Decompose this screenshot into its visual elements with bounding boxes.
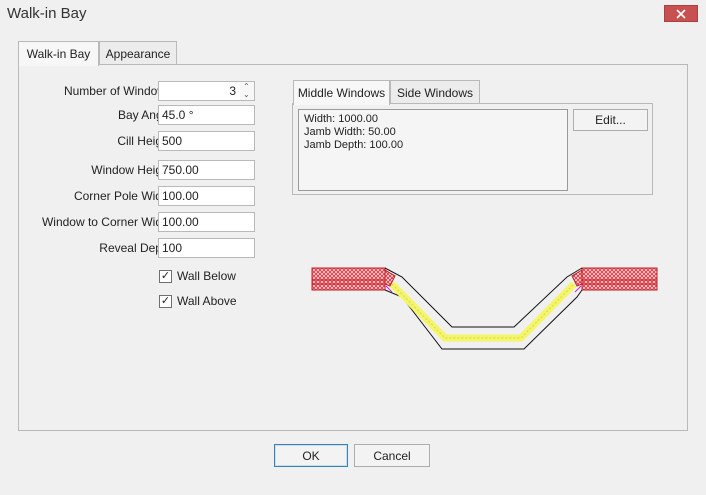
jamb-width-detail: Jamb Width: 50.00: [304, 126, 396, 138]
tab-middle-windows[interactable]: Middle Windows: [293, 80, 390, 105]
wall-above-option[interactable]: ✓ Wall Above: [159, 294, 237, 308]
ok-button[interactable]: OK: [274, 444, 348, 467]
corner-posts: [384, 269, 583, 293]
bay-angle-input[interactable]: 45.0 °: [158, 105, 255, 125]
window-height-label: Window Height: [91, 163, 172, 177]
reveal-depth-label: Reveal Depth: [99, 241, 172, 255]
wall-below-label: Wall Below: [177, 269, 236, 283]
bay-preview-diagram: [311, 267, 658, 350]
width-detail: Width: 1000.00: [304, 113, 378, 125]
tab-appearance[interactable]: Appearance: [99, 41, 177, 65]
right-wall: [581, 267, 658, 291]
close-icon: [676, 8, 686, 19]
wall-below-option[interactable]: ✓ Wall Below: [159, 269, 236, 283]
tab-walk-in-bay[interactable]: Walk-in Bay: [18, 41, 99, 66]
window-height-input[interactable]: 750.00: [158, 160, 255, 180]
window-to-corner-width-input[interactable]: 100.00: [158, 212, 255, 232]
corner-pole-width-input[interactable]: 100.00: [158, 186, 255, 206]
number-of-windows-input[interactable]: 3: [158, 81, 241, 101]
middle-windows-panel: Width: 1000.00 Jamb Width: 50.00 Jamb De…: [292, 103, 653, 195]
edit-button[interactable]: Edit...: [573, 109, 648, 131]
tab-side-windows[interactable]: Side Windows: [390, 80, 480, 104]
chevron-down-icon[interactable]: ⌄: [243, 91, 250, 99]
reveal-depth-input[interactable]: 100: [158, 238, 255, 258]
glazing: [389, 281, 577, 342]
title-bar: Walk-in Bay: [0, 0, 706, 28]
bay-angle-label: Bay Angle: [117, 108, 172, 122]
left-wall: [311, 267, 386, 291]
close-button[interactable]: [664, 5, 698, 22]
corner-pole-width-label: Corner Pole Width: [73, 189, 172, 203]
number-of-windows-label: Number of Windows: [63, 84, 172, 98]
wall-above-checkbox[interactable]: ✓: [159, 294, 172, 308]
window-to-corner-width-label: Window to Corner Width: [41, 215, 172, 229]
wall-above-label: Wall Above: [177, 294, 237, 308]
number-of-windows-stepper[interactable]: ⌃ ⌄: [240, 81, 255, 101]
window-title: Walk-in Bay: [7, 5, 87, 22]
window-details-box: Width: 1000.00 Jamb Width: 50.00 Jamb De…: [298, 109, 568, 191]
cancel-button[interactable]: Cancel: [354, 444, 430, 467]
cill-height-label: Cill Height: [117, 134, 172, 148]
jamb-depth-detail: Jamb Depth: 100.00: [304, 139, 404, 151]
wall-below-checkbox[interactable]: ✓: [159, 269, 172, 283]
cill-height-input[interactable]: 500: [158, 131, 255, 151]
